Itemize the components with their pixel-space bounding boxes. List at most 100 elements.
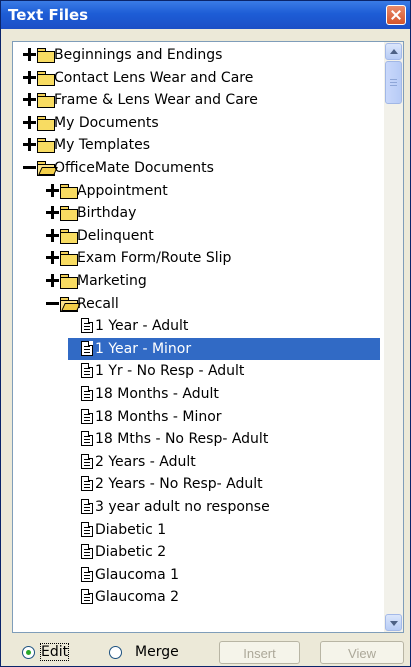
tree-folder-item[interactable]: Contact Lens Wear and Care xyxy=(13,67,383,89)
tree-item-label: 2 Years - Adult xyxy=(95,454,196,470)
tree-folder-item[interactable]: Exam Form/Route Slip xyxy=(13,247,383,269)
tree-folder-item[interactable]: My Documents xyxy=(13,112,383,134)
document-icon xyxy=(81,589,93,604)
tree-item-label: My Templates xyxy=(54,137,150,153)
document-icon xyxy=(81,476,93,491)
tree-item-label: 1 Year - Minor xyxy=(95,341,192,357)
tree-file-item[interactable]: Glaucoma 2 xyxy=(13,586,383,608)
folder-icon xyxy=(60,206,78,221)
tree-item-label: 18 Months - Adult xyxy=(95,386,219,402)
tree-item-label: Diabetic 1 xyxy=(95,522,167,538)
tree-item-label: Frame & Lens Wear and Care xyxy=(54,92,258,108)
chevron-up-icon xyxy=(390,49,398,54)
tree-file-item[interactable]: 1 Year - Adult xyxy=(13,315,383,337)
tree-folder-item[interactable]: Frame & Lens Wear and Care xyxy=(13,89,383,111)
file-tree-panel: Beginnings and Endings Contact Lens Wear … xyxy=(12,41,404,633)
document-icon xyxy=(81,499,93,514)
expand-icon[interactable] xyxy=(45,250,61,266)
tree-item-label: Appointment xyxy=(77,183,168,199)
document-icon xyxy=(81,363,93,378)
tree-file-item[interactable]: Glaucoma 1 xyxy=(13,564,383,586)
tree-item-label: Beginnings and Endings xyxy=(54,47,223,63)
tree-item-label: Glaucoma 2 xyxy=(95,589,180,605)
close-icon[interactable] xyxy=(386,5,406,25)
folder-open-icon xyxy=(37,161,58,176)
title-bar[interactable]: Text Files xyxy=(1,1,410,29)
scroll-down-button[interactable] xyxy=(385,614,402,631)
tree-folder-item[interactable]: Recall xyxy=(13,293,383,315)
tree-folder-item[interactable]: Birthday xyxy=(13,202,383,224)
folder-icon xyxy=(37,138,55,153)
tree-file-item[interactable]: Diabetic 1 xyxy=(13,519,383,541)
expand-icon[interactable] xyxy=(45,183,61,199)
folder-icon xyxy=(37,48,55,63)
text-files-window: Text Files Beginnings and Endings Contact… xyxy=(0,0,411,667)
vertical-scrollbar[interactable] xyxy=(384,42,403,632)
chevron-down-icon xyxy=(390,621,398,626)
tree-folder-item[interactable]: My Templates xyxy=(13,134,383,156)
folder-icon xyxy=(60,184,78,199)
expand-icon[interactable] xyxy=(22,92,38,108)
tree-file-item[interactable]: 2 Years - No Resp- Adult xyxy=(13,473,383,495)
tree-item-label: Recall xyxy=(77,296,119,312)
expand-icon[interactable] xyxy=(45,273,61,289)
expand-icon[interactable] xyxy=(22,115,38,131)
tree-item-label: Marketing xyxy=(77,273,147,289)
tree-item-label: 2 Years - No Resp- Adult xyxy=(95,476,263,492)
tree-file-item[interactable]: 2 Years - Adult xyxy=(13,451,383,473)
file-tree: Beginnings and Endings Contact Lens Wear … xyxy=(13,44,383,630)
merge-radio[interactable] xyxy=(109,646,122,659)
folder-icon xyxy=(60,251,78,266)
tree-item-label: Diabetic 2 xyxy=(95,544,167,560)
expand-icon[interactable] xyxy=(22,70,38,86)
tree-file-item[interactable]: 3 year adult no response xyxy=(13,496,383,518)
expand-icon[interactable] xyxy=(45,205,61,221)
tree-item-label: Exam Form/Route Slip xyxy=(77,250,232,266)
window-title: Text Files xyxy=(8,6,89,24)
edit-radio[interactable] xyxy=(22,646,35,659)
tree-folder-item[interactable]: Appointment xyxy=(13,180,383,202)
tree-item-label: OfficeMate Documents xyxy=(54,160,214,176)
tree-file-item[interactable]: 1 Year - Minor xyxy=(13,338,383,360)
insert-button[interactable]: Insert xyxy=(219,641,300,664)
view-button[interactable]: View xyxy=(320,641,404,664)
tree-item-label: Glaucoma 1 xyxy=(95,567,180,583)
folder-open-icon xyxy=(60,297,81,312)
tree-file-item[interactable]: 18 Mths - No Resp- Adult xyxy=(13,428,383,450)
tree-file-item[interactable]: Diabetic 2 xyxy=(13,541,383,563)
expand-icon[interactable] xyxy=(22,47,38,63)
tree-folder-item[interactable]: Delinquent xyxy=(13,225,383,247)
folder-icon xyxy=(37,93,55,108)
collapse-icon[interactable] xyxy=(22,160,38,176)
document-icon xyxy=(81,544,93,559)
tree-item-label: 1 Year - Adult xyxy=(95,318,189,334)
scroll-thumb[interactable] xyxy=(385,61,402,104)
edit-radio-label[interactable]: Edit xyxy=(39,643,70,661)
tree-folder-item[interactable]: Marketing xyxy=(13,270,383,292)
expand-icon[interactable] xyxy=(45,228,61,244)
tree-file-item[interactable]: 1 Yr - No Resp - Adult xyxy=(13,360,383,382)
tree-item-label: 3 year adult no response xyxy=(95,499,270,515)
tree-folder-item[interactable]: OfficeMate Documents xyxy=(13,157,383,179)
tree-item-label: 18 Mths - No Resp- Adult xyxy=(95,431,269,447)
tree-item-label: My Documents xyxy=(54,115,159,131)
merge-radio-label[interactable]: Merge xyxy=(135,644,179,660)
tree-file-item[interactable]: 18 Months - Adult xyxy=(13,383,383,405)
tree-folder-item[interactable]: Beginnings and Endings xyxy=(13,44,383,66)
document-icon xyxy=(81,431,93,446)
folder-icon xyxy=(60,274,78,289)
tree-item-label: Contact Lens Wear and Care xyxy=(54,70,254,86)
document-icon xyxy=(81,454,93,469)
folder-icon xyxy=(60,229,78,244)
document-icon xyxy=(81,386,93,401)
document-icon xyxy=(81,341,93,356)
expand-icon[interactable] xyxy=(22,137,38,153)
bottom-toolbar: Edit Merge Insert View xyxy=(12,641,404,665)
tree-file-item[interactable]: 18 Months - Minor xyxy=(13,406,383,428)
collapse-icon[interactable] xyxy=(45,296,61,312)
scroll-up-button[interactable] xyxy=(385,43,402,60)
tree-item-label: 18 Months - Minor xyxy=(95,409,222,425)
document-icon xyxy=(81,318,93,333)
tree-item-label: Delinquent xyxy=(77,228,154,244)
document-icon xyxy=(81,409,93,424)
